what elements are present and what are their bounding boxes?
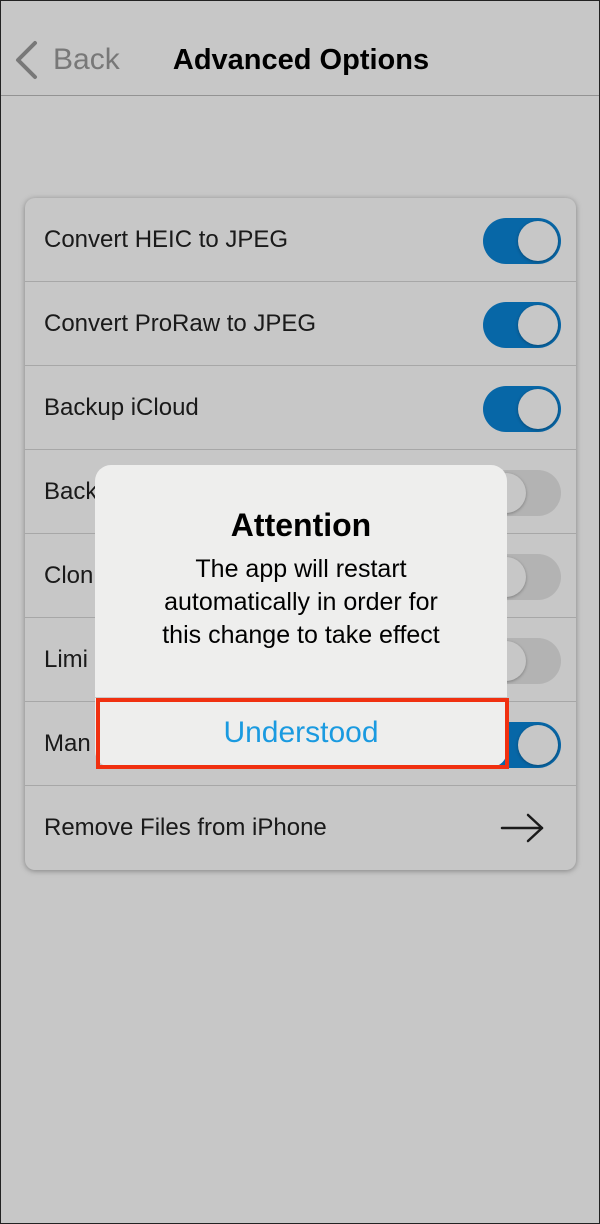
- highlight-box: [96, 698, 509, 769]
- alert-message: The app will restart automatically in or…: [162, 555, 440, 649]
- screen: Back Advanced Options Convert HEIC to JP…: [0, 0, 600, 1224]
- alert-title: Attention: [230, 507, 372, 543]
